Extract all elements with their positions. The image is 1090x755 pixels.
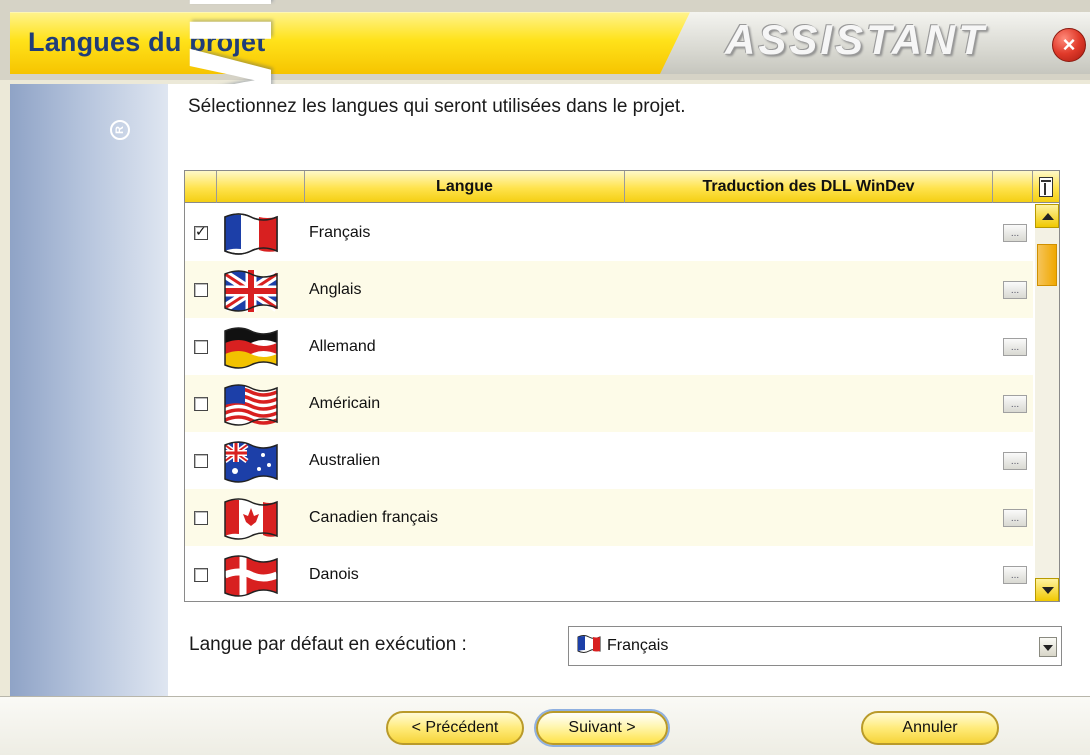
title-bar: Langues du projet ASSISTANT × xyxy=(0,0,1090,80)
language-name: Danois xyxy=(309,565,359,583)
language-name: Australien xyxy=(309,451,381,469)
browse-button[interactable]: ... xyxy=(1003,508,1027,527)
row-checkbox[interactable] xyxy=(194,567,208,582)
default-language-select[interactable]: Français xyxy=(568,626,1062,666)
table-row[interactable]: Allemand ... xyxy=(185,318,1033,375)
flag-usa-icon xyxy=(217,375,305,432)
header-langue-column[interactable]: Langue xyxy=(305,171,625,203)
default-language-label: Langue par défaut en exécution : xyxy=(189,634,467,655)
table-row[interactable]: Canadien français ... xyxy=(185,489,1033,546)
language-name: Anglais xyxy=(309,280,362,298)
browse-button[interactable]: ... xyxy=(1003,337,1027,356)
dropdown-arrow-icon[interactable] xyxy=(1039,637,1057,657)
language-name: Américain xyxy=(309,394,381,412)
table-scrollbar[interactable] xyxy=(1035,204,1059,601)
flag-australia-icon xyxy=(217,432,305,489)
cancel-button[interactable]: Annuler xyxy=(861,711,999,745)
header-check-column[interactable] xyxy=(185,171,217,203)
next-button[interactable]: Suivant > xyxy=(536,711,668,745)
row-checkbox[interactable] xyxy=(194,339,208,354)
browse-button[interactable]: ... xyxy=(1003,280,1027,299)
column-chooser-cell[interactable] xyxy=(1033,171,1059,203)
header-button-column xyxy=(993,171,1033,203)
language-name: Français xyxy=(309,223,371,241)
button-bar: < Précédent Suivant > Annuler xyxy=(0,696,1090,755)
row-checkbox[interactable] xyxy=(194,223,208,240)
browse-button[interactable]: ... xyxy=(1003,394,1027,413)
row-checkbox[interactable] xyxy=(194,453,208,468)
brand-text: ASSISTANT xyxy=(725,16,987,63)
instructions-text: Sélectionnez les langues qui seront util… xyxy=(188,96,686,117)
browse-button[interactable]: ... xyxy=(1003,451,1027,470)
header-traduction-column[interactable]: Traduction des DLL WinDev xyxy=(625,171,993,203)
table-header: Langue Traduction des DLL WinDev xyxy=(185,171,1059,203)
table-row[interactable]: Danois ... xyxy=(185,546,1033,601)
flag-canada-icon xyxy=(217,489,305,546)
column-chooser-icon[interactable] xyxy=(1039,177,1053,197)
scroll-thumb[interactable] xyxy=(1037,244,1057,286)
table-row[interactable]: Américain ... xyxy=(185,375,1033,432)
table-row[interactable]: Anglais ... xyxy=(185,261,1033,318)
table-body: Français ... Anglais ... xyxy=(185,204,1033,601)
row-checkbox[interactable] xyxy=(194,396,208,411)
close-button[interactable]: × xyxy=(1052,28,1086,62)
browse-button[interactable]: ... xyxy=(1003,565,1027,584)
registered-mark-icon: R xyxy=(110,120,130,140)
row-checkbox[interactable] xyxy=(194,510,208,525)
language-name: Canadien français xyxy=(309,508,438,526)
table-row[interactable]: Australien ... xyxy=(185,432,1033,489)
row-checkbox[interactable] xyxy=(194,282,208,297)
flag-germany-icon xyxy=(217,318,305,375)
previous-button[interactable]: < Précédent xyxy=(386,711,524,745)
brand-sidebar xyxy=(10,84,168,696)
flag-denmark-icon xyxy=(217,546,305,601)
flag-france-icon xyxy=(217,204,305,261)
table-row[interactable]: Français ... xyxy=(185,204,1033,261)
flag-uk-icon xyxy=(217,261,305,318)
scroll-down-button[interactable] xyxy=(1035,578,1059,601)
languages-table: Langue Traduction des DLL WinDev Françai… xyxy=(184,170,1060,602)
header-flag-column[interactable] xyxy=(217,171,305,203)
scroll-up-button[interactable] xyxy=(1035,204,1059,228)
default-language-value: Français xyxy=(607,637,669,654)
browse-button[interactable]: ... xyxy=(1003,223,1027,242)
language-name: Allemand xyxy=(309,337,376,355)
flag-france-icon xyxy=(577,634,601,659)
